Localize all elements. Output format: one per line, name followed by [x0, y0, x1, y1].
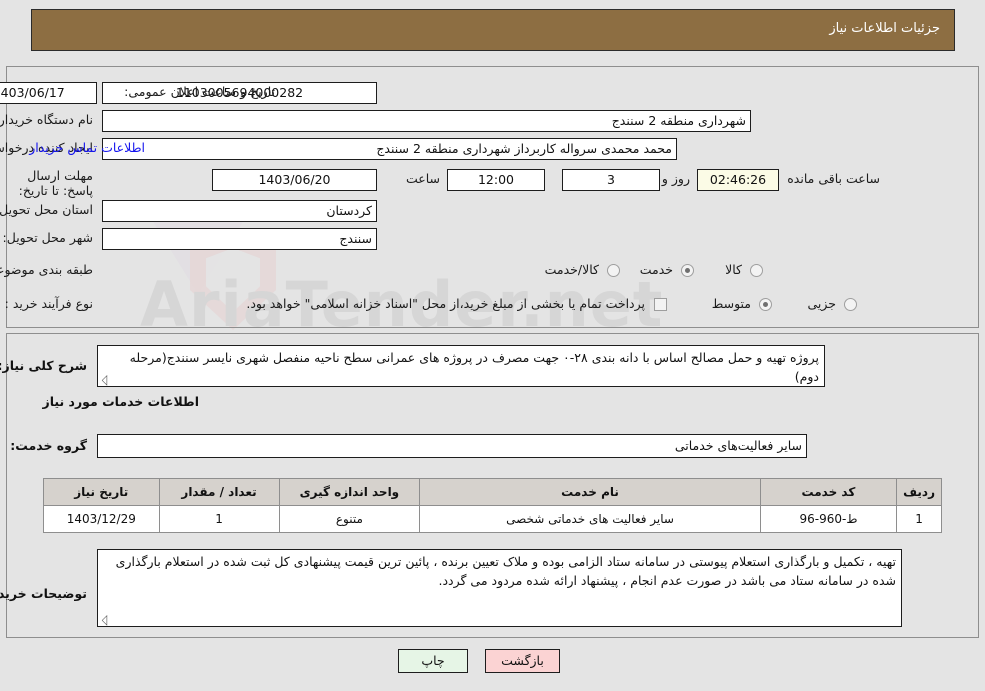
- treasury-bonds-note: پرداخت تمام یا بخشی از مبلغ خرید،از محل …: [246, 296, 645, 311]
- radio-jozii-label: جزیی: [807, 296, 836, 311]
- deadline-countdown-label: ساعت باقی مانده: [787, 171, 880, 186]
- resize-grip-icon[interactable]: ◺: [99, 373, 114, 386]
- radio-kala-khedmat-label: کالا/خدمت: [544, 262, 599, 277]
- delivery-city-label: شهر محل تحویل:: [2, 230, 93, 245]
- page-root: AriaTender.net جزئیات اطلاعات نیاز شماره…: [0, 0, 985, 691]
- radio-khedmat-label: خدمت: [639, 262, 673, 277]
- th-quantity: تعداد / مقدار: [158, 478, 280, 506]
- cell-service-code: ط-960-96: [759, 505, 898, 533]
- services-heading: اطلاعات خدمات مورد نیاز: [42, 394, 200, 409]
- th-row: ردیف: [896, 478, 942, 506]
- deadline-countdown-field: 02:46:26: [697, 169, 779, 191]
- deadline-hour-label: ساعت: [405, 171, 440, 186]
- delivery-province-field[interactable]: کردستان: [102, 200, 377, 222]
- buyer-org-label: نام دستگاه خریدار:: [0, 112, 93, 127]
- services-table: ردیف کد خدمت نام خدمت واحد اندازه گیری ت…: [43, 478, 942, 533]
- page-title: جزئیات اطلاعات نیاز: [829, 21, 940, 36]
- resize-grip-icon-notes[interactable]: ◺: [99, 613, 114, 626]
- deadline-days-field[interactable]: 3: [562, 169, 660, 191]
- cell-service-name: سایر فعالیت های خدماتی شخصی: [419, 505, 761, 533]
- delivery-province-label: استان محل تحویل:: [0, 202, 93, 217]
- radio-kala-khedmat[interactable]: [607, 264, 620, 277]
- deadline-days-label: روز و: [661, 171, 690, 186]
- back-button[interactable]: بازگشت: [485, 649, 560, 673]
- deadline-hour-field[interactable]: 12:00: [447, 169, 545, 191]
- general-description-text: پروژه تهیه و حمل مصالح اساس با دانه بندی…: [129, 350, 819, 384]
- deadline-date-field[interactable]: 1403/06/20: [212, 169, 377, 191]
- cell-need-date: 1403/12/29: [43, 505, 160, 533]
- radio-kala-label: کالا: [725, 262, 742, 277]
- service-group-label: گروه خدمت:: [10, 438, 87, 453]
- radio-jozii[interactable]: [844, 298, 857, 311]
- general-description-label: شرح کلی نیاز:: [0, 358, 87, 373]
- treasury-bonds-checkbox[interactable]: [654, 298, 667, 311]
- radio-motevaset[interactable]: [759, 298, 772, 311]
- th-service-code: کد خدمت: [759, 478, 898, 506]
- table-row: 1 ط-960-96 سایر فعالیت های خدماتی شخصی م…: [43, 505, 942, 533]
- public-announce-label: تاریخ و ساعت اعلان عمومی:: [124, 84, 275, 99]
- cell-unit: متنوع: [278, 505, 421, 533]
- radio-kala[interactable]: [750, 264, 763, 277]
- need-info-panel: [6, 66, 979, 328]
- radio-motevaset-label: متوسط: [711, 296, 751, 311]
- delivery-city-field[interactable]: سنندج: [102, 228, 377, 250]
- buyer-org-field[interactable]: شهرداری منطقه 2 سنندج: [102, 110, 751, 132]
- page-header-bar: جزئیات اطلاعات نیاز: [31, 9, 955, 51]
- th-service-name: نام خدمت: [419, 478, 761, 506]
- buyer-notes-text: تهیه ، تکمیل و بارگذاری استعلام پیوستی د…: [115, 554, 896, 588]
- radio-khedmat[interactable]: [681, 264, 694, 277]
- general-description-textarea[interactable]: پروژه تهیه و حمل مصالح اساس با دانه بندی…: [97, 345, 825, 387]
- subject-classification-label: طبقه بندی موضوعی:: [0, 262, 93, 277]
- purchase-process-label: نوع فرآیند خرید :: [4, 296, 93, 311]
- print-button[interactable]: چاپ: [398, 649, 468, 673]
- cell-row: 1: [896, 505, 942, 533]
- deadline-label: مهلت ارسال پاسخ: تا تاریخ:: [18, 168, 93, 198]
- buyer-notes-textarea[interactable]: تهیه ، تکمیل و بارگذاری استعلام پیوستی د…: [97, 549, 902, 627]
- cell-quantity: 1: [158, 505, 280, 533]
- buyer-notes-label: توضیحات خریدار:: [0, 586, 87, 601]
- buyer-contact-link[interactable]: اطلاعات تماس خریدار: [29, 140, 145, 155]
- requester-field[interactable]: محمد محمدی سرواله کاربرداز شهرداری منطقه…: [102, 138, 677, 160]
- th-unit: واحد اندازه گیری: [278, 478, 421, 506]
- service-group-field[interactable]: سایر فعالیت‌های خدماتی: [97, 434, 807, 458]
- public-announce-field[interactable]: 1403/06/17 - 08:54: [0, 82, 97, 104]
- table-header-row: ردیف کد خدمت نام خدمت واحد اندازه گیری ت…: [43, 478, 942, 506]
- th-need-date: تاریخ نیاز: [43, 478, 160, 506]
